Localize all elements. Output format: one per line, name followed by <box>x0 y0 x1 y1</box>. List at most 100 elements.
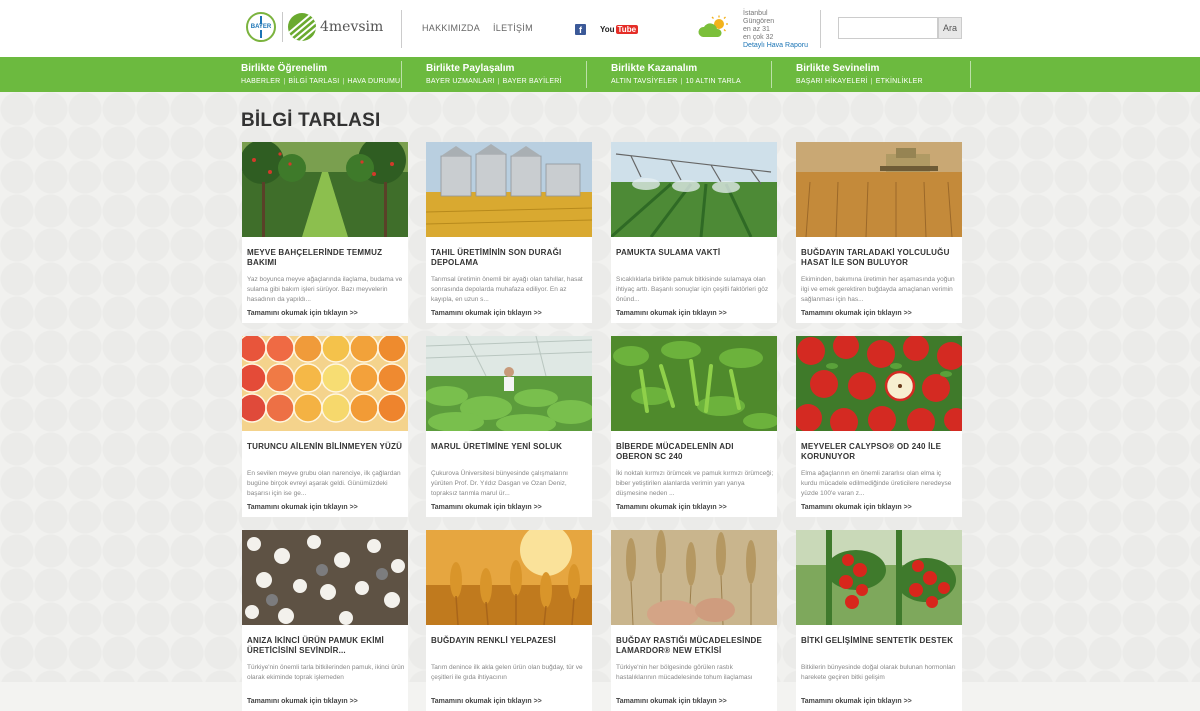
weather-detail-link[interactable]: Detaylı Hava Raporu <box>743 42 808 49</box>
main-content: BİLGİ TARLASI MEYVE BAHÇELERİNDE TEMMUZ … <box>0 92 1200 711</box>
menu-title[interactable]: Birlikte Paylaşalım <box>426 63 514 74</box>
nav-iletisim[interactable]: İLETİŞİM <box>493 23 533 33</box>
article-card[interactable]: MEYVELER CALYPSO® OD 240 İLE KORUNUYOR E… <box>796 336 962 517</box>
card-title[interactable]: MARUL ÜRETİMİNE YENİ SOLUK <box>431 442 587 452</box>
main-menu: Birlikte Öğrenelim HABERLER | BİLGİ TARLAS… <box>0 57 1200 92</box>
article-card[interactable]: ANIZA İKİNCİ ÜRÜN PAMUK EKİMİ ÜRETİCİSİN… <box>242 530 408 711</box>
card-title[interactable]: MEYVELER CALYPSO® OD 240 İLE KORUNUYOR <box>801 442 957 462</box>
card-title[interactable]: PAMUKTA SULAMA VAKTİ <box>616 248 772 258</box>
menu-item-haberler[interactable]: HABERLER <box>241 78 280 85</box>
irrigation-image[interactable] <box>611 142 777 237</box>
read-more-link[interactable]: Tamamını okumak için tıklayın >> <box>431 698 542 705</box>
read-more-link[interactable]: Tamamını okumak için tıklayın >> <box>247 310 358 317</box>
menu-item-bayer-uzmanlari[interactable]: BAYER UZMANLARI <box>426 78 495 85</box>
partly-cloudy-icon <box>698 15 728 37</box>
menu-subitems: ALTIN TAVSİYELER | 10 ALTIN TARLA <box>611 78 741 85</box>
read-more-link[interactable]: Tamamını okumak için tıklayın >> <box>431 310 542 317</box>
read-more-link[interactable]: Tamamını okumak için tıklayın >> <box>247 698 358 705</box>
card-excerpt: Türkiye'nin önemli tarla bitkilerinden p… <box>247 664 405 681</box>
weather-city: İstanbul <box>743 10 768 17</box>
menu-title[interactable]: Birlikte Kazanalım <box>611 63 697 74</box>
card-excerpt: En sevilen meyve grubu olan narenciye, i… <box>247 470 401 497</box>
card-title[interactable]: BUĞDAYIN RENKLİ YELPAZESİ <box>431 636 587 646</box>
card-title[interactable]: BUĞDAYIN TARLADAKİ YOLCULUĞU HASAT İLE S… <box>801 248 957 268</box>
card-title[interactable]: BİBERDE MÜCADELENİN ADI OBERON SC 240 <box>616 442 772 462</box>
card-title[interactable]: TURUNCU AİLENİN BİLİNMEYEN YÜZÜ <box>247 442 403 452</box>
read-more-link[interactable]: Tamamını okumak için tıklayın >> <box>801 310 912 317</box>
search-input[interactable] <box>838 17 938 39</box>
brand-name: 4mevsim <box>320 19 384 35</box>
card-excerpt: İki noktalı kırmızı örümcek ve pamuk kır… <box>616 470 774 497</box>
menu-item-altin-tavsiyeler[interactable]: ALTIN TAVSİYELER <box>611 78 677 85</box>
orchard-image[interactable] <box>242 142 408 237</box>
menu-subitems: BAYER UZMANLARI | BAYER BAYİLERİ <box>426 78 562 85</box>
header-divider <box>401 10 402 48</box>
search-button[interactable]: Ara <box>938 17 962 39</box>
menu-item-hava-durumu[interactable]: HAVA DURUMU <box>347 78 400 85</box>
lettuce-greenhouse-image[interactable] <box>426 336 592 431</box>
menu-item-etkinlikler[interactable]: ETKİNLİKLER <box>876 78 923 85</box>
card-excerpt: Ekiminden, bakımına üretimin her aşaması… <box>801 276 955 303</box>
card-title[interactable]: MEYVE BAHÇELERİNDE TEMMUZ BAKIMI <box>247 248 403 268</box>
card-title[interactable]: BİTKİ GELİŞİMİNE SENTETİK DESTEK <box>801 636 957 646</box>
card-excerpt: Tarım denince ilk akla gelen ürün olan b… <box>431 664 583 681</box>
page-title: BİLGİ TARLASI <box>241 110 381 131</box>
menu-item-10-altin-tarla[interactable]: 10 ALTIN TARLA <box>686 78 741 85</box>
card-excerpt: Türkiye'nin her bölgesinde görülen rastı… <box>616 664 753 681</box>
logo-link[interactable]: BAYER 4mevsim <box>246 12 396 44</box>
card-title[interactable]: ANIZA İKİNCİ ÜRÜN PAMUK EKİMİ ÜRETİCİSİN… <box>247 636 403 656</box>
cotton-image[interactable] <box>242 530 408 625</box>
read-more-link[interactable]: Tamamını okumak için tıklayın >> <box>616 698 727 705</box>
article-card[interactable]: TURUNCU AİLENİN BİLİNMEYEN YÜZÜ En sevil… <box>242 336 408 517</box>
read-more-link[interactable]: Tamamını okumak için tıklayın >> <box>247 504 358 511</box>
4mevsim-logo-icon <box>288 13 316 41</box>
article-card[interactable]: BİBERDE MÜCADELENİN ADI OBERON SC 240 İk… <box>611 336 777 517</box>
card-title[interactable]: TAHIL ÜRETİMİNİN SON DURAĞI DEPOLAMA <box>431 248 587 268</box>
menu-item-bilgi-tarlasi[interactable]: BİLGİ TARLASI <box>288 78 339 85</box>
menu-group-paylasalim: Birlikte Paylaşalım BAYER UZMANLARI | BAYE… <box>426 61 587 88</box>
card-excerpt: Elma ağaçlarının en önemli zararlısı ola… <box>801 470 952 497</box>
article-card[interactable]: MEYVE BAHÇELERİNDE TEMMUZ BAKIMI Yaz boy… <box>242 142 408 323</box>
article-card[interactable]: BİTKİ GELİŞİMİNE SENTETİK DESTEK Bitkile… <box>796 530 962 711</box>
bayer-logo: BAYER <box>246 12 276 42</box>
tomato-plants-image[interactable] <box>796 530 962 625</box>
menu-item-bayer-bayileri[interactable]: BAYER BAYİLERİ <box>503 78 562 85</box>
apples-image[interactable] <box>796 336 962 431</box>
menu-subitems: BAŞARI HİKAYELERİ | ETKİNLİKLER <box>796 78 923 85</box>
menu-group-sevinelim: Birlikte Sevinelim BAŞARI HİKAYELERİ | ETK… <box>796 61 971 88</box>
facebook-icon[interactable]: f <box>575 24 586 35</box>
read-more-link[interactable]: Tamamını okumak için tıklayın >> <box>616 310 727 317</box>
menu-subitems: HABERLER | BİLGİ TARLASI | HAVA DURUMU <box>241 78 401 85</box>
grain-silo-image[interactable] <box>426 142 592 237</box>
header-divider-right <box>820 10 821 48</box>
weather-district: Güngören <box>743 18 775 25</box>
citrus-slices-image[interactable] <box>242 336 408 431</box>
article-card[interactable]: BUĞDAY RASTIĞI MÜCADELESİNDE LAMARDOR® N… <box>611 530 777 711</box>
wheat-harvest-image[interactable] <box>796 142 962 237</box>
card-excerpt: Yaz boyunca meyve ağaçlarında ilaçlama, … <box>247 276 403 303</box>
weather-min: en az 31 <box>743 26 770 33</box>
card-title[interactable]: BUĞDAY RASTIĞI MÜCADELESİNDE LAMARDOR® N… <box>616 636 772 656</box>
pepper-plants-image[interactable] <box>611 336 777 431</box>
article-card[interactable]: MARUL ÜRETİMİNE YENİ SOLUK Çukurova Üniv… <box>426 336 592 517</box>
menu-title[interactable]: Birlikte Öğrenelim <box>241 63 327 74</box>
read-more-link[interactable]: Tamamını okumak için tıklayın >> <box>616 504 727 511</box>
wheat-hands-image[interactable] <box>611 530 777 625</box>
article-card[interactable]: BUĞDAYIN RENKLİ YELPAZESİ Tarım denince … <box>426 530 592 711</box>
menu-title[interactable]: Birlikte Sevinelim <box>796 63 879 74</box>
read-more-link[interactable]: Tamamını okumak için tıklayın >> <box>801 504 912 511</box>
menu-group-kazanalim: Birlikte Kazanalım ALTIN TAVSİYELER | 10 A… <box>611 61 772 88</box>
read-more-link[interactable]: Tamamını okumak için tıklayın >> <box>431 504 542 511</box>
card-excerpt: Bitkilerin bünyesinde doğal olarak bulun… <box>801 664 956 681</box>
weather-max: en çok 32 <box>743 34 774 41</box>
youtube-icon[interactable]: You Tube <box>600 24 639 35</box>
wheat-sunset-image[interactable] <box>426 530 592 625</box>
nav-hakkimizda[interactable]: HAKKIMIZDA <box>422 23 480 33</box>
menu-item-basari-hikayeleri[interactable]: BAŞARI HİKAYELERİ <box>796 78 868 85</box>
read-more-link[interactable]: Tamamını okumak için tıklayın >> <box>801 698 912 705</box>
weather-summary: İstanbul Güngören en az 31 en çok 32 Det… <box>743 10 808 50</box>
article-card[interactable]: BUĞDAYIN TARLADAKİ YOLCULUĞU HASAT İLE S… <box>796 142 962 323</box>
card-excerpt: Sıcaklıklarla birlikte pamuk bitkisinde … <box>616 276 769 303</box>
article-card[interactable]: PAMUKTA SULAMA VAKTİ Sıcaklıklarla birli… <box>611 142 777 323</box>
article-card[interactable]: TAHIL ÜRETİMİNİN SON DURAĞI DEPOLAMA Tar… <box>426 142 592 323</box>
